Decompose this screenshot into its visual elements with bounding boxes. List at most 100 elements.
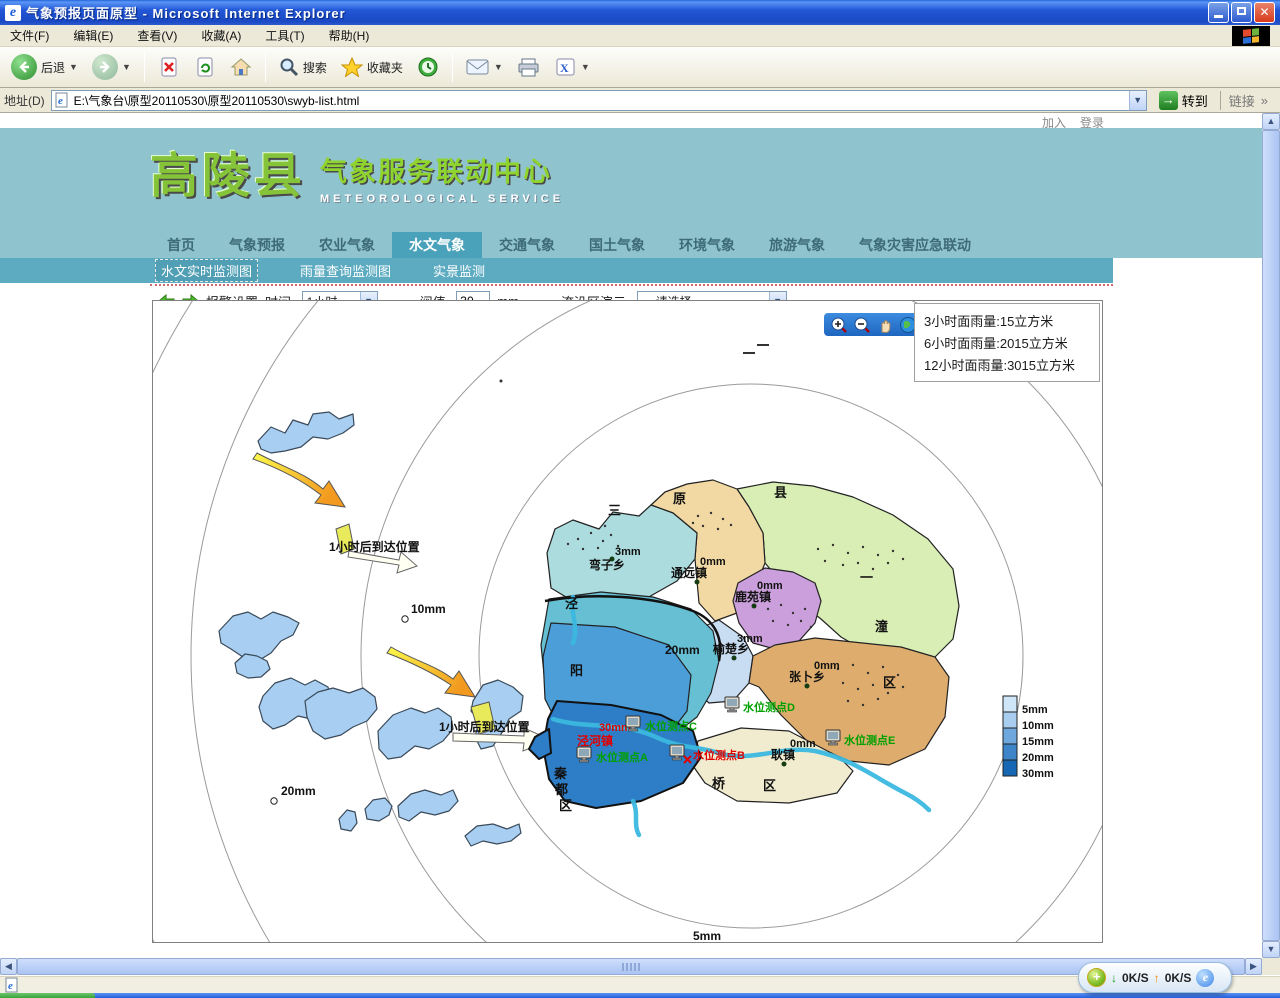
edit-button[interactable]: X ▼ <box>550 55 595 79</box>
window-title: 气象预报页面原型 - Microsoft Internet Explorer <box>26 3 346 22</box>
menu-view[interactable]: 查看(V) <box>137 27 177 44</box>
legend-label: 30mm <box>1022 768 1054 780</box>
pan-hand-icon[interactable] <box>876 316 894 334</box>
logo-county: 高陵县 <box>150 136 306 206</box>
stop-button[interactable] <box>153 54 185 80</box>
mail-button[interactable]: ▼ <box>461 56 508 78</box>
nav-environment[interactable]: 环境气象 <box>662 232 752 258</box>
station-label-C[interactable]: 水位测点C <box>645 719 697 733</box>
close-button[interactable]: ✕ <box>1254 2 1275 23</box>
address-bar: 地址(D) e ▼ → 转到 链接 » <box>0 88 1280 113</box>
address-input[interactable] <box>51 90 1147 111</box>
menu-favorites[interactable]: 收藏(A) <box>201 27 241 44</box>
history-button[interactable] <box>412 54 444 80</box>
vertical-scroll-thumb[interactable] <box>1262 130 1280 941</box>
nav-agriculture[interactable]: 农业气象 <box>302 232 392 258</box>
geo-label: 秦 <box>553 766 568 781</box>
search-icon <box>279 57 299 77</box>
station-label-B[interactable]: 水位测点B <box>693 748 745 762</box>
menu-tools[interactable]: 工具(T) <box>265 27 304 44</box>
nav-disaster-emergency[interactable]: 气象灾害应急联动 <box>842 232 988 258</box>
menu-help[interactable]: 帮助(H) <box>329 27 370 44</box>
print-button[interactable] <box>512 55 546 79</box>
main-nav: 首页 气象预报 农业气象 水文气象 交通气象 国土气象 环境气象 旅游气象 气象… <box>0 232 1262 258</box>
download-arrow-icon: ↓ <box>1111 971 1117 985</box>
zoom-in-icon[interactable] <box>830 316 848 334</box>
refresh-icon <box>194 56 216 78</box>
subnav-realtime-monitor[interactable]: 水文实时监测图 <box>155 259 258 282</box>
nav-home[interactable]: 首页 <box>150 232 212 258</box>
menu-edit[interactable]: 编辑(E) <box>73 27 113 44</box>
go-button[interactable]: → 转到 <box>1153 90 1214 111</box>
svg-text:X: X <box>560 61 569 75</box>
search-button[interactable]: 搜索 <box>274 55 332 79</box>
geo-label: 桥 <box>712 776 726 791</box>
ie-widget-icon[interactable]: e <box>1196 969 1214 987</box>
start-button-edge[interactable] <box>0 993 95 998</box>
forward-button[interactable]: ▼ <box>87 52 136 82</box>
ring-dot <box>500 380 503 383</box>
subnav-live-view[interactable]: 实景监测 <box>433 261 485 280</box>
site-header: 高陵县 气象服务联动中心 METEOROLOGICAL SERVICE <box>0 128 1262 232</box>
scroll-up-button[interactable]: ▲ <box>1262 113 1280 130</box>
back-dropdown[interactable]: ▼ <box>69 62 78 72</box>
content-divider <box>150 284 1113 286</box>
restore-button[interactable] <box>1231 2 1252 23</box>
windows-taskbar[interactable] <box>0 993 1280 998</box>
horizontal-scrollbar[interactable]: ◀ ▶ <box>0 958 1262 975</box>
mail-dropdown[interactable]: ▼ <box>494 62 503 72</box>
nav-traffic[interactable]: 交通气象 <box>482 232 572 258</box>
geo-label: 一 <box>860 570 873 585</box>
alert-town-label: 泾河镇 <box>577 733 613 748</box>
nav-tourism[interactable]: 旅游气象 <box>752 232 842 258</box>
scroll-right-button[interactable]: ▶ <box>1245 958 1262 975</box>
nav-land[interactable]: 国土气象 <box>572 232 662 258</box>
station-label-A[interactable]: 水位测点A <box>596 750 648 764</box>
stop-icon <box>158 56 180 78</box>
history-icon <box>417 56 439 78</box>
subnav-rain-query[interactable]: 雨量查询监测图 <box>300 261 391 280</box>
minimize-button[interactable] <box>1208 2 1229 23</box>
station-icon-D[interactable] <box>725 697 739 712</box>
rainfall-6h: 6小时面雨量:2015立方米 <box>924 333 1090 352</box>
print-icon <box>517 57 541 77</box>
back-button[interactable]: 后退 ▼ <box>6 52 83 82</box>
favorites-button[interactable]: 收藏夹 <box>336 55 408 79</box>
arrival-label-2: 1小时后到达位置 <box>439 719 530 734</box>
nav-weather-forecast[interactable]: 气象预报 <box>212 232 302 258</box>
region-dot <box>695 580 700 585</box>
home-button[interactable] <box>225 54 257 80</box>
zoom-out-icon[interactable] <box>853 316 871 334</box>
360-safety-icon[interactable] <box>1087 968 1106 987</box>
region-value-yuchu: 3mm <box>737 633 763 645</box>
links-more-icon: » <box>1261 93 1268 108</box>
geo-label: 三 <box>608 503 621 518</box>
station-label-D[interactable]: 水位测点D <box>743 700 795 714</box>
area-rainfall-infobox: 3小时面雨量:15立方米 6小时面雨量:2015立方米 12小时面雨量:3015… <box>914 303 1100 382</box>
forward-dropdown[interactable]: ▼ <box>122 62 131 72</box>
page-icon: e <box>54 92 70 108</box>
hydrology-map[interactable]: 1小时后到达位置 1小时后到达位置 <box>152 300 1103 943</box>
contour-label-10mm: 10mm <box>411 602 446 616</box>
edit-dropdown[interactable]: ▼ <box>581 62 590 72</box>
legend-swatch <box>1003 712 1017 728</box>
nav-hydrology[interactable]: 水文气象 <box>392 232 482 258</box>
station-label-E[interactable]: 水位测点E <box>844 733 895 747</box>
legend-label: 5mm <box>1022 704 1048 716</box>
horizontal-scroll-thumb[interactable] <box>17 958 1245 975</box>
region-value-wanzi: 3mm <box>615 546 641 558</box>
network-speed-widget[interactable]: ↓ 0K/S ↑ 0K/S e <box>1078 962 1232 993</box>
geo-label: 潼 <box>875 619 888 634</box>
vertical-scrollbar[interactable]: ▲ ▼ <box>1262 113 1280 958</box>
menu-file[interactable]: 文件(F) <box>10 27 49 44</box>
links-menu[interactable]: 链接 » <box>1220 91 1276 110</box>
refresh-button[interactable] <box>189 54 221 80</box>
window-titlebar[interactable]: e 气象预报页面原型 - Microsoft Internet Explorer… <box>0 0 1280 25</box>
contour-marker-10mm <box>402 616 408 622</box>
star-icon <box>341 57 363 77</box>
address-dropdown[interactable]: ▼ <box>1129 91 1146 110</box>
sub-nav: 水文实时监测图 雨量查询监测图 实景监测 <box>0 258 1113 283</box>
scroll-down-button[interactable]: ▼ <box>1262 941 1280 958</box>
scroll-left-button[interactable]: ◀ <box>0 958 17 975</box>
status-page-icon: e <box>4 977 20 993</box>
